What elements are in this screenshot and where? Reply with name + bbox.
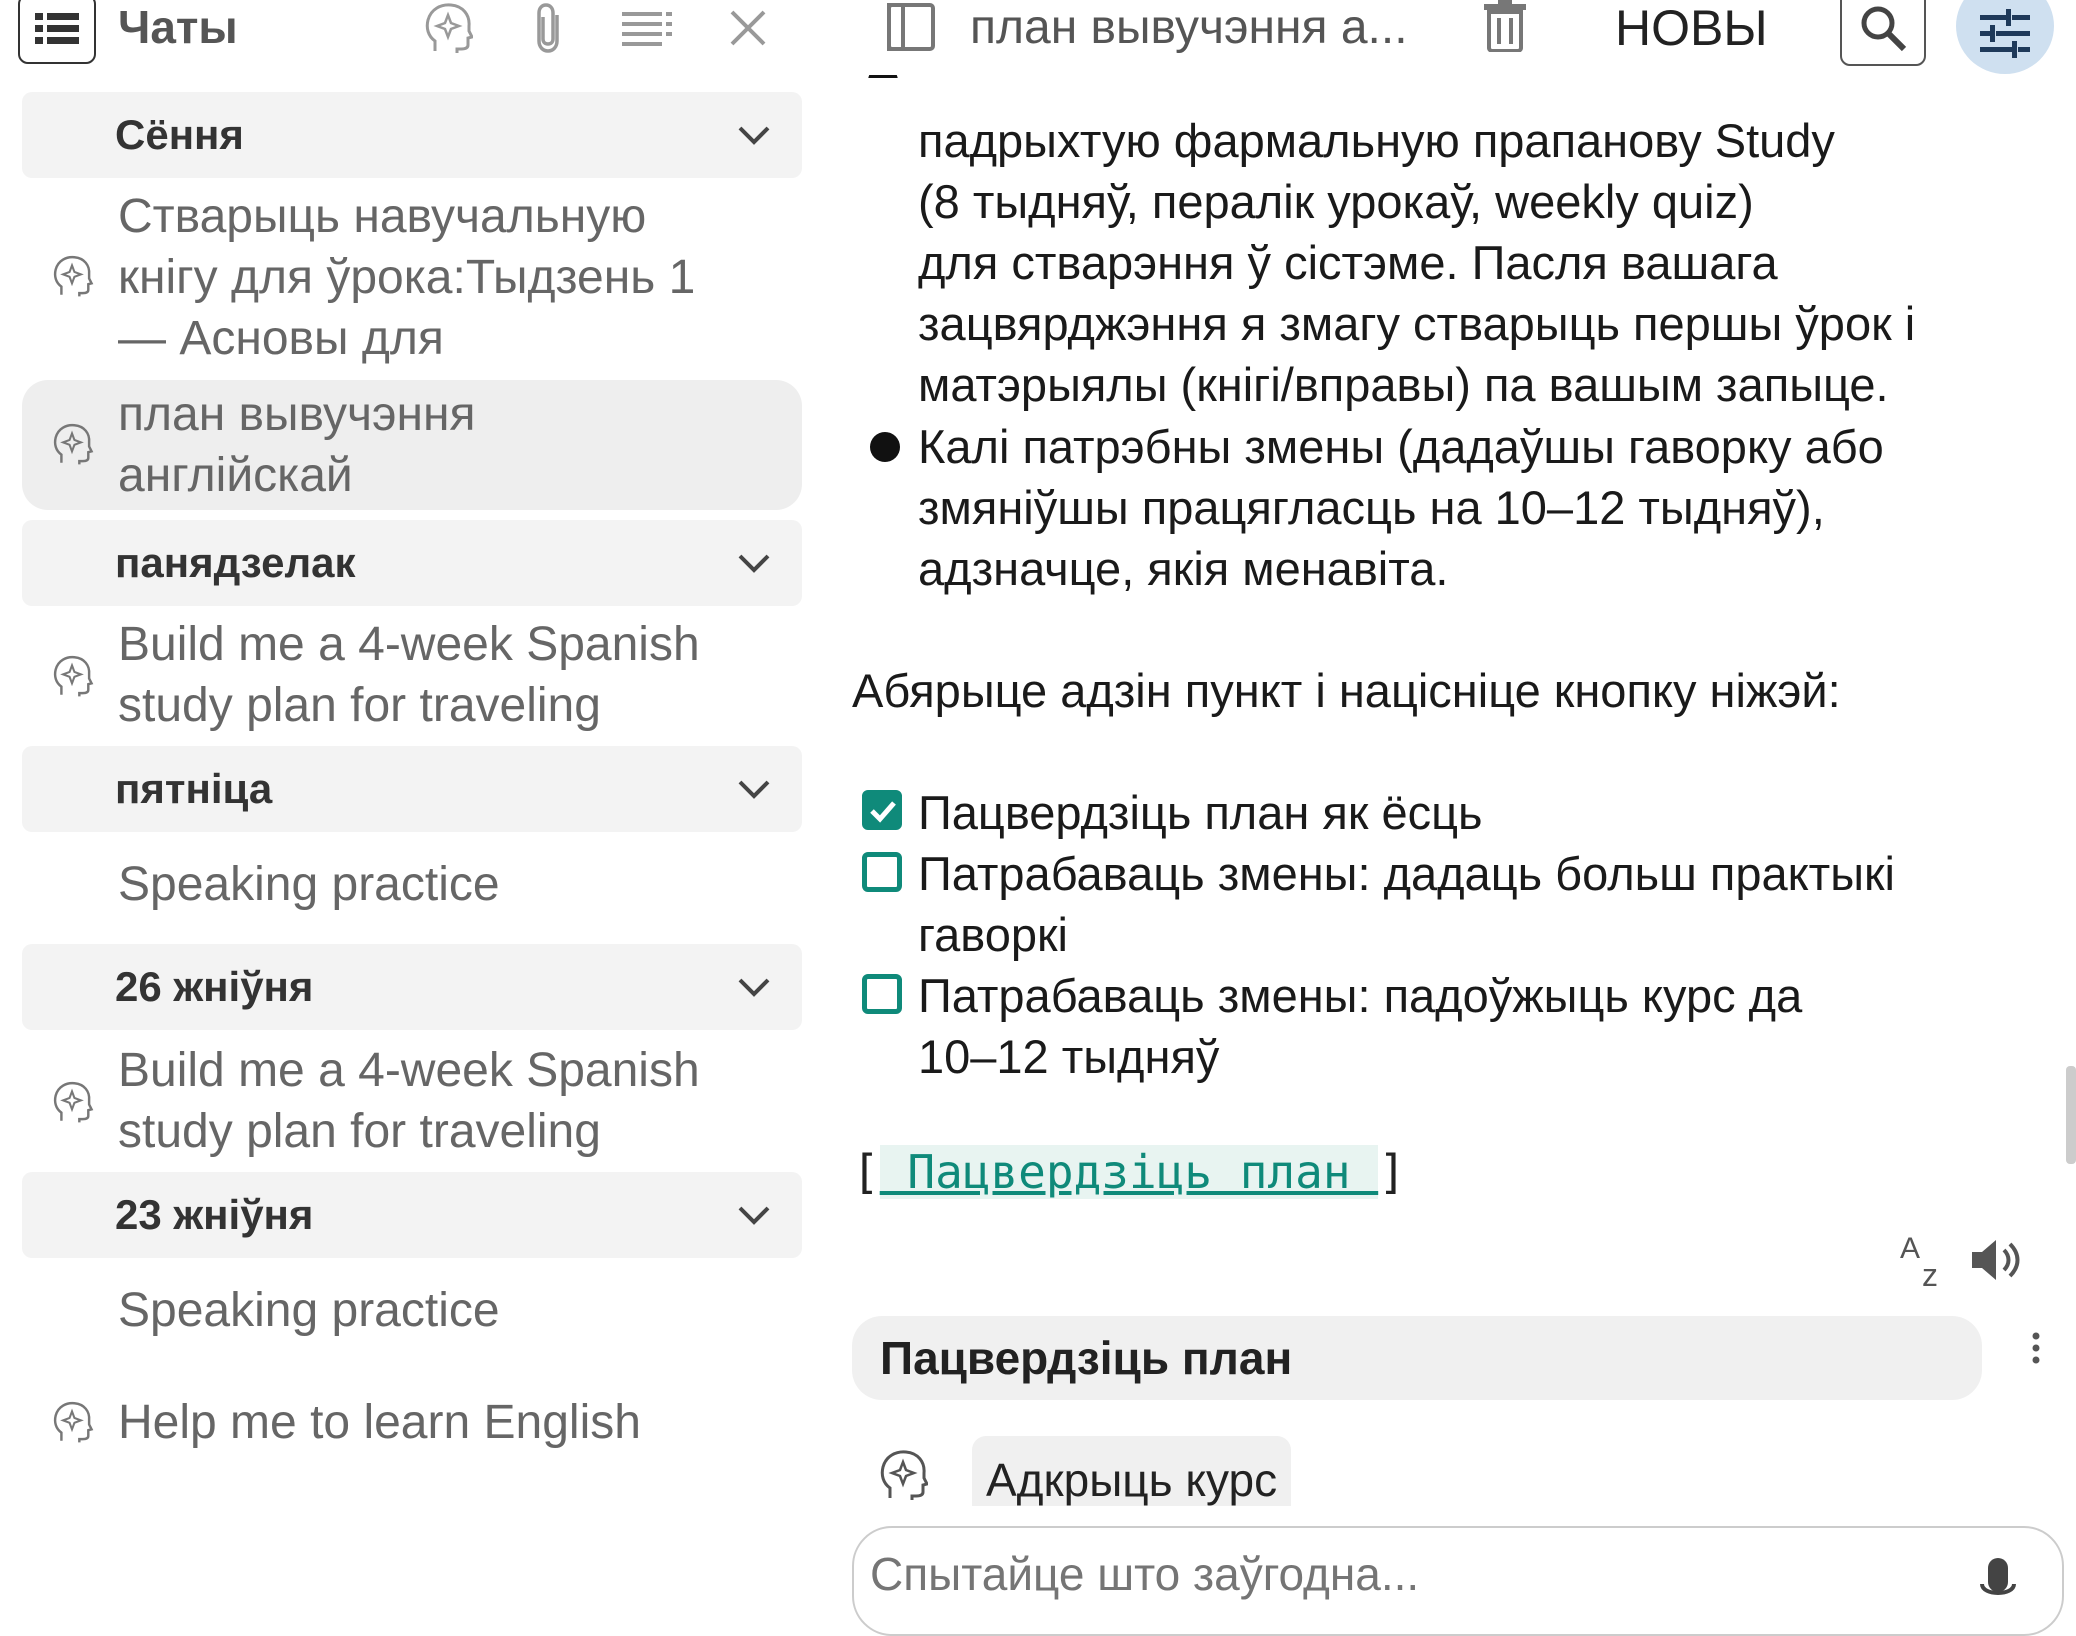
menu-button[interactable]: [18, 0, 96, 64]
chevron-down-icon: [738, 1206, 770, 1225]
group-header-today[interactable]: Сёння: [22, 92, 802, 178]
ai-head-icon: [53, 255, 94, 297]
list-icon: [35, 13, 79, 44]
paperclip-icon: [537, 3, 559, 53]
more-options-icon[interactable]: [2030, 1330, 2042, 1366]
settings-button[interactable]: [1956, 0, 2054, 74]
suggestion-confirm-plan[interactable]: Пацвердзіць план: [852, 1316, 1982, 1400]
chat-item-title: Стварыць навучальную кнігу для ўрока:Тыд…: [118, 190, 696, 365]
check-icon: [870, 801, 896, 823]
option-label: Пацвердзіць план як ёсць: [918, 786, 1483, 839]
chat-item[interactable]: Стварыць навучальную кнігу для ўрока:Тыд…: [22, 186, 802, 366]
microphone-icon[interactable]: [1978, 1556, 2018, 1616]
option-checkbox-extend-course[interactable]: [862, 974, 902, 1014]
ai-assistant-button[interactable]: [420, 0, 476, 56]
ai-head-icon: [53, 1081, 94, 1123]
confirm-link-row: [ Пацвердзіць план ]: [852, 1145, 1406, 1199]
scrollbar-thumb[interactable]: [2066, 1066, 2076, 1164]
search-icon: [1861, 6, 1907, 52]
list-filter-button[interactable]: [620, 0, 676, 56]
chevron-down-icon: [738, 126, 770, 145]
group-label: пятніца: [115, 765, 273, 812]
chat-title[interactable]: план вывучэння а...: [970, 0, 1408, 56]
message-line: матэрыялы (кнігі/вправы) па вашым запыце…: [918, 358, 1889, 411]
option-checkbox-confirm[interactable]: [862, 790, 902, 830]
chevron-down-icon: [738, 978, 770, 997]
group-label: панядзелак: [115, 539, 356, 586]
close-icon: [730, 10, 766, 46]
group-header-monday[interactable]: панядзелак: [22, 520, 802, 606]
group-header-friday[interactable]: пятніца: [22, 746, 802, 832]
new-chat-button[interactable]: НОВЫ: [1615, 0, 1768, 56]
message-input[interactable]: [868, 1546, 1872, 1602]
chat-item-title: Speaking practice: [118, 858, 500, 911]
chat-item-title: Build me a 4-week Spanish study plan for…: [118, 618, 700, 732]
ai-head-icon: [53, 1401, 94, 1443]
option-label: гаворкі: [918, 908, 1068, 961]
ai-head-icon: [53, 423, 94, 465]
message-input-bar: [852, 1526, 2064, 1636]
chevron-down-icon: [738, 554, 770, 573]
chat-item[interactable]: Speaking practice: [22, 1280, 802, 1350]
svg-text:z: z: [1922, 1257, 1938, 1290]
ai-head-icon: [53, 655, 94, 697]
close-sidebar-button[interactable]: [720, 0, 776, 56]
message-prompt: Абярыце адзін пункт і націсніце кнопку н…: [852, 664, 1841, 717]
message-line: зацвярджэння я змагу стварыць першы ўрок…: [918, 297, 1916, 350]
option-checkbox-more-speaking[interactable]: [862, 852, 902, 892]
option-label: 10–12 тыдняў: [918, 1030, 1220, 1083]
group-label: 26 жніўня: [115, 963, 314, 1010]
group-label: Сёння: [115, 111, 244, 158]
message-line: для стварэння ў сістэме. Пасля вашага: [918, 236, 1778, 289]
message-line: адзначце, якія менавіта.: [918, 542, 1449, 595]
translate-icon[interactable]: A z: [1898, 1230, 1958, 1290]
tune-icon: [1980, 9, 2030, 58]
svg-text:A: A: [1900, 1232, 1920, 1265]
chat-item-title: Speaking practice: [118, 1284, 500, 1337]
chat-item[interactable]: Speaking practice: [22, 854, 802, 924]
chat-sidebar: Чаты Сёння Стварыць навучальную кнігу дл…: [0, 0, 820, 1590]
message-line: Калі патрэбны змены (дадаўшы гаворку або: [918, 420, 1884, 473]
speaker-icon[interactable]: [1968, 1232, 2024, 1288]
chat-pane: Калі план падыходзіць, пацвердзіце, і я …: [820, 0, 2076, 1636]
message-line: падрыхтую фармальную прапанову Study: [918, 114, 1835, 167]
chat-item-title: план вывучэння англійскай: [118, 388, 476, 502]
ai-head-icon: [425, 3, 473, 53]
chat-item[interactable]: Build me a 4-week Spanish study plan for…: [22, 1040, 802, 1166]
trash-icon[interactable]: [1482, 0, 1528, 52]
suggestion-open-course[interactable]: Адкрыць курс: [972, 1436, 1292, 1506]
group-header-aug26[interactable]: 26 жніўня: [22, 944, 802, 1030]
sidebar-title: Чаты: [118, 1, 238, 53]
chat-item-title: Build me a 4-week Spanish study plan for…: [118, 1044, 700, 1158]
chevron-down-icon: [738, 780, 770, 799]
sidebar-topbar: Чаты: [0, 0, 820, 78]
group-label: 23 жніўня: [115, 1191, 314, 1238]
confirm-plan-link[interactable]: Пацвердзіць план: [879, 1145, 1379, 1199]
sidebar-toggle-icon[interactable]: [886, 2, 936, 52]
group-header-aug23[interactable]: 23 жніўня: [22, 1172, 802, 1258]
ai-head-icon: [880, 1450, 928, 1500]
chat-item[interactable]: Help me to learn English: [22, 1392, 802, 1462]
chat-item-title: Help me to learn English: [118, 1396, 641, 1449]
chat-item[interactable]: Build me a 4-week Spanish study plan for…: [22, 614, 802, 740]
option-label: Патрабаваць змены: дадаць больш практыкі: [918, 847, 1895, 900]
option-label: Патрабаваць змены: падоўжыць курс да: [918, 969, 1803, 1022]
chat-item-selected[interactable]: план вывучэння англійскай: [22, 380, 802, 510]
bullet-dot: [870, 432, 900, 462]
message-line: (8 тыдняў, пералік урокаў, weekly quiz): [918, 175, 1754, 228]
attach-button[interactable]: [520, 0, 576, 56]
search-button[interactable]: [1840, 0, 1926, 66]
message-line: змяніўшы працягласць на 10–12 тыдняў),: [918, 481, 1825, 534]
chat-header: план вывучэння а... НОВЫ: [820, 0, 2076, 75]
lines-menu-icon: [622, 12, 672, 46]
